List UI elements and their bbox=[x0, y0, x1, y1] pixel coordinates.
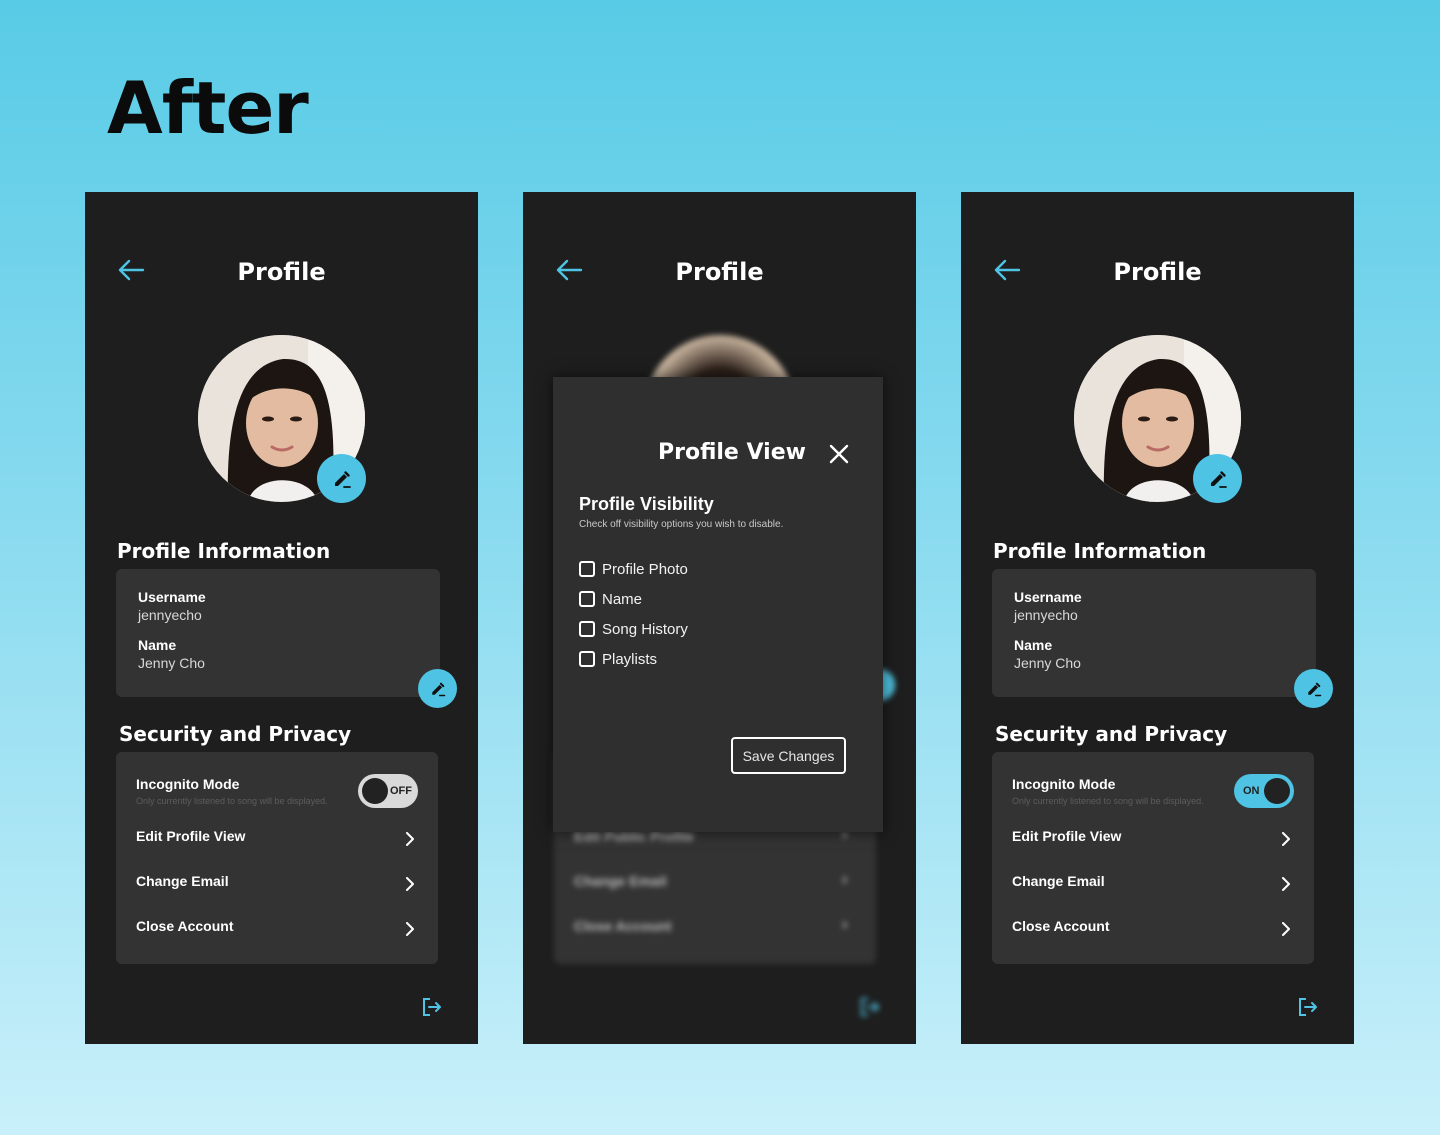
incognito-toggle[interactable]: ON bbox=[1234, 774, 1294, 808]
toggle-knob bbox=[1264, 778, 1290, 804]
username-value: jennyecho bbox=[1014, 607, 1078, 623]
name-value: Jenny Cho bbox=[1014, 655, 1081, 671]
security-card: Incognito Mode Only currently listened t… bbox=[992, 752, 1314, 964]
chevron-right-icon: › bbox=[842, 871, 848, 888]
pencil-icon bbox=[334, 470, 351, 488]
save-changes-button[interactable]: Save Changes bbox=[731, 737, 846, 774]
security-card: Incognito Mode Only currently listened t… bbox=[116, 752, 438, 964]
logout-icon[interactable] bbox=[1297, 996, 1319, 1018]
menu-item-label: Edit Profile View bbox=[136, 828, 246, 844]
checkbox[interactable] bbox=[579, 591, 595, 607]
menu-item-change-email[interactable]: Change Email bbox=[136, 873, 418, 891]
option-label: Song History bbox=[602, 620, 688, 638]
profile-photo bbox=[198, 335, 366, 503]
menu-item-change-email[interactable]: Change Email bbox=[1012, 873, 1294, 891]
profile-info-card: Username jennyecho Name Jenny Cho bbox=[992, 569, 1316, 697]
username-value: jennyecho bbox=[138, 607, 202, 623]
toggle-state: OFF bbox=[390, 785, 412, 797]
modal-title: Profile View bbox=[658, 440, 806, 465]
close-icon[interactable] bbox=[829, 444, 849, 464]
profile-info-heading: Profile Information bbox=[117, 539, 331, 563]
chevron-right-icon bbox=[1282, 922, 1290, 936]
pencil-icon bbox=[1210, 470, 1227, 488]
menu-item-label: Edit Profile View bbox=[1012, 828, 1122, 844]
menu-item-label: Change Email bbox=[574, 873, 667, 889]
chevron-right-icon bbox=[406, 922, 414, 936]
page-headline: After bbox=[107, 66, 309, 150]
chevron-right-icon bbox=[1282, 877, 1290, 891]
incognito-toggle[interactable]: OFF bbox=[358, 774, 418, 808]
security-heading: Security and Privacy bbox=[995, 722, 1228, 746]
menu-item-label: Close Account bbox=[1012, 918, 1110, 934]
phone-screen-incognito-on: Profile Profile Information Username jen… bbox=[961, 192, 1354, 1044]
menu-item-label: Change Email bbox=[1012, 873, 1105, 889]
name-label: Name bbox=[138, 637, 177, 653]
menu-item-label: Close Account bbox=[136, 918, 234, 934]
incognito-row: Incognito Mode Only currently listened t… bbox=[1012, 774, 1294, 808]
edit-profile-info-button[interactable] bbox=[418, 669, 457, 708]
option-name[interactable]: Name bbox=[579, 584, 688, 614]
chevron-right-icon bbox=[406, 832, 414, 846]
visibility-heading: Profile Visibility bbox=[579, 494, 714, 514]
menu-item-edit-profile-view[interactable]: Edit Profile View bbox=[136, 828, 418, 846]
edit-photo-button[interactable] bbox=[317, 454, 366, 503]
name-label: Name bbox=[1014, 637, 1053, 653]
edit-photo-button[interactable] bbox=[1193, 454, 1242, 503]
profile-view-modal: Profile View Profile Visibility Check of… bbox=[553, 377, 883, 832]
toggle-state: ON bbox=[1243, 785, 1260, 797]
option-label: Playlists bbox=[602, 650, 658, 668]
phone-screen-profile-view-modal: Profile Edit Public Profile › Change Ema… bbox=[523, 192, 916, 1044]
option-label: Name bbox=[602, 590, 643, 608]
page-title: Profile bbox=[675, 258, 764, 286]
checkbox[interactable] bbox=[579, 561, 595, 577]
security-heading: Security and Privacy bbox=[119, 722, 352, 746]
option-playlists[interactable]: Playlists bbox=[579, 644, 688, 674]
menu-item-label: Close Account bbox=[574, 918, 672, 934]
checkbox[interactable] bbox=[579, 651, 595, 667]
visibility-options: Profile Photo Name Song History Playlist… bbox=[579, 554, 688, 674]
username-label: Username bbox=[138, 589, 206, 605]
profile-photo bbox=[1074, 335, 1242, 503]
option-song-history[interactable]: Song History bbox=[579, 614, 688, 644]
chevron-right-icon: › bbox=[842, 916, 848, 933]
chevron-right-icon bbox=[1282, 832, 1290, 846]
logout-icon bbox=[861, 998, 879, 1016]
name-value: Jenny Cho bbox=[138, 655, 205, 671]
profile-info-card: Username jennyecho Name Jenny Cho bbox=[116, 569, 440, 697]
option-profile-photo[interactable]: Profile Photo bbox=[579, 554, 688, 584]
logout-icon[interactable] bbox=[421, 996, 443, 1018]
menu-item-close-account[interactable]: Close Account bbox=[136, 918, 418, 936]
option-label: Profile Photo bbox=[602, 560, 688, 578]
menu-item-edit-profile-view[interactable]: Edit Profile View bbox=[1012, 828, 1294, 846]
chevron-right-icon bbox=[406, 877, 414, 891]
phone-screen-incognito-off: Profile Profile Information Username jen… bbox=[85, 192, 478, 1044]
visibility-description: Check off visibility options you wish to… bbox=[579, 519, 784, 530]
checkbox[interactable] bbox=[579, 621, 595, 637]
username-label: Username bbox=[1014, 589, 1082, 605]
page-title: Profile bbox=[237, 258, 326, 286]
pencil-icon bbox=[1307, 682, 1321, 696]
pencil-icon bbox=[431, 682, 445, 696]
incognito-row: Incognito Mode Only currently listened t… bbox=[136, 774, 418, 808]
menu-item-close-account[interactable]: Close Account bbox=[1012, 918, 1294, 936]
edit-profile-info-button[interactable] bbox=[1294, 669, 1333, 708]
toggle-knob bbox=[362, 778, 388, 804]
menu-item-label: Change Email bbox=[136, 873, 229, 889]
page-title: Profile bbox=[1113, 258, 1202, 286]
profile-info-heading: Profile Information bbox=[993, 539, 1207, 563]
